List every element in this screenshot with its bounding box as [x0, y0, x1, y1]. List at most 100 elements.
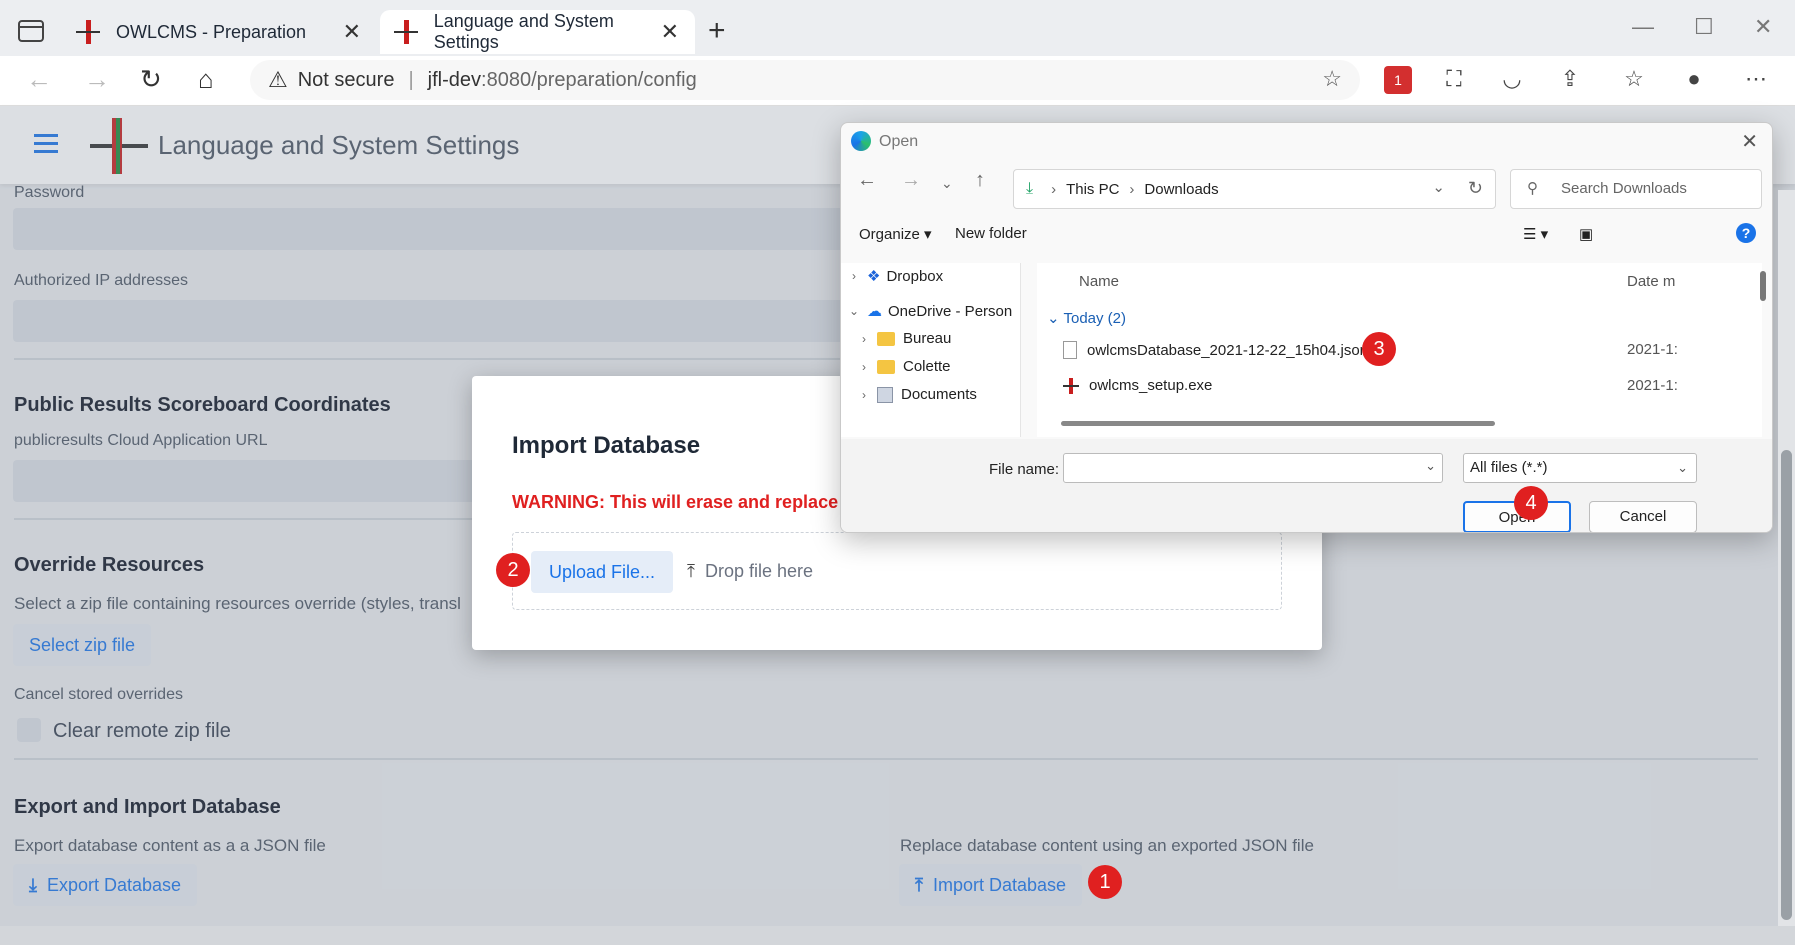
tab-actions-icon[interactable] [18, 20, 44, 42]
owlcms-logo-icon [394, 20, 418, 44]
close-icon[interactable]: ✕ [661, 19, 679, 45]
share-icon[interactable]: ⇪ [1556, 66, 1584, 94]
step-badge-4: 4 [1514, 486, 1548, 520]
nav-item-label: Dropbox [886, 267, 944, 285]
column-header-name[interactable]: Name [1079, 273, 1119, 290]
url-field[interactable]: ⚠ Not secure | jfl-dev :8080/preparation… [250, 60, 1360, 100]
forward-icon[interactable]: → [901, 169, 921, 192]
preview-pane-icon[interactable]: ▣ [1579, 225, 1593, 243]
file-name-label: File name: [989, 461, 1060, 478]
refresh-icon[interactable]: ↻ [1468, 178, 1483, 199]
page-horizontal-scrollbar[interactable] [0, 926, 1795, 945]
search-input[interactable]: ⚲ Search Downloads [1510, 169, 1762, 209]
file-open-dialog: Open ✕ ← → ⌄ ↑ ⤓ › This PC › Downloads ⌄… [840, 122, 1773, 533]
view-options-icon[interactable]: ☰ ▾ [1523, 225, 1548, 243]
nav-item-documents[interactable]: › Documents [851, 386, 977, 403]
new-folder-button[interactable]: New folder [955, 225, 1027, 242]
organize-menu[interactable]: Organize ▾ [859, 225, 932, 243]
chevron-right-icon[interactable]: › [841, 269, 867, 283]
tab-settings[interactable]: Language and System Settings ✕ [380, 10, 695, 54]
file-name: owlcms_setup.exe [1089, 377, 1213, 394]
nav-item-label: Documents [901, 386, 977, 403]
favorites-icon[interactable]: ☆ [1620, 66, 1648, 94]
file-date: 2021-1: [1627, 341, 1678, 358]
nav-item-dropbox[interactable]: › ❖ Dropbox [841, 267, 944, 286]
help-icon[interactable]: ? [1736, 223, 1756, 243]
drop-hint: ⤒ Drop file here [687, 561, 813, 582]
new-tab-icon[interactable]: + [708, 14, 726, 48]
breadcrumb-downloads[interactable]: Downloads [1144, 181, 1218, 198]
profile-avatar[interactable]: ● [1680, 66, 1708, 94]
address-bar-row: ← → ↻ ⌂ ⚠ Not secure | jfl-dev :8080/pre… [0, 56, 1795, 106]
chevron-right-icon[interactable]: › [851, 332, 877, 346]
minimize-icon[interactable]: — [1632, 14, 1654, 40]
back-icon[interactable]: ← [857, 169, 877, 192]
download-icon: ⤓ [1026, 180, 1034, 197]
chevron-right-icon[interactable]: › [851, 388, 877, 402]
recent-locations-icon[interactable]: ⌄ [941, 175, 953, 192]
group-header[interactable]: ⌄ Today (2) [1047, 309, 1126, 327]
file-type-value: All files (*.*) [1470, 459, 1548, 476]
maximize-icon[interactable]: ☐ [1694, 14, 1714, 40]
folder-icon [877, 331, 895, 346]
pocket-icon[interactable]: ◡ [1498, 66, 1526, 94]
tab-title: Language and System Settings [433, 11, 614, 52]
nav-item-colette[interactable]: › Colette [851, 358, 951, 375]
scrollbar-thumb[interactable] [1781, 450, 1792, 920]
more-icon[interactable]: ⋯ [1742, 66, 1770, 94]
favorite-add-icon[interactable]: ☆ [1322, 66, 1342, 92]
close-icon[interactable]: ✕ [1741, 129, 1758, 154]
security-label: Not secure [297, 68, 395, 91]
cloud-icon: ☁ [867, 303, 882, 320]
file-list: Name Date m ⌄ Today (2) owlcmsDatabase_2… [1037, 263, 1762, 437]
documents-icon [877, 386, 893, 403]
step-badge-1: 1 [1088, 865, 1122, 899]
owlcms-logo-icon [76, 20, 100, 44]
chevron-right-icon: › [1051, 180, 1057, 198]
nav-item-bureau[interactable]: › Bureau [851, 330, 951, 347]
chevron-down-icon: ⌄ [1677, 460, 1688, 475]
url-separator: | [408, 68, 414, 91]
file-icon [1063, 341, 1077, 359]
file-name-input[interactable]: ⌄ [1063, 453, 1443, 483]
up-icon[interactable]: ↑ [975, 169, 985, 192]
step-badge-3: 3 [1362, 332, 1396, 366]
location-bar[interactable]: ⤓ › This PC › Downloads ⌄ ↻ [1013, 169, 1496, 209]
column-header-date[interactable]: Date m [1627, 273, 1675, 290]
refresh-icon[interactable]: ↻ [140, 64, 162, 95]
chevron-down-icon: ⌄ [1047, 310, 1060, 327]
file-item-json[interactable]: owlcmsDatabase_2021-12-22_15h04.json [1063, 341, 1368, 359]
search-icon: ⚲ [1527, 180, 1538, 197]
nav-item-onedrive[interactable]: ⌄ ☁ OneDrive - Person [841, 302, 1012, 321]
cancel-button[interactable]: Cancel [1589, 501, 1697, 532]
chevron-right-icon[interactable]: › [851, 360, 877, 374]
chevron-down-icon[interactable]: ⌄ [1432, 178, 1445, 196]
extension-badge[interactable]: 1 [1384, 66, 1412, 94]
back-icon[interactable]: ← [26, 64, 52, 95]
forward-icon[interactable]: → [84, 64, 110, 95]
chevron-down-icon[interactable]: ⌄ [1425, 458, 1436, 474]
dialog-footer: File name: ⌄ All files (*.*) ⌄ Open Canc… [841, 439, 1772, 532]
file-item-exe[interactable]: owlcms_setup.exe [1063, 377, 1212, 394]
dropbox-icon: ❖ [867, 268, 881, 285]
dialog-title: Open [879, 133, 919, 150]
chevron-right-icon: › [1129, 180, 1135, 198]
breadcrumb-this-pc[interactable]: This PC [1066, 181, 1119, 198]
upload-file-button[interactable]: Upload File... [531, 551, 674, 593]
nav-item-label: Colette [903, 358, 951, 375]
screenshot-icon[interactable]: ⛶ [1440, 66, 1468, 94]
horizontal-scrollbar[interactable] [1061, 421, 1495, 426]
close-icon[interactable]: ✕ [343, 19, 361, 45]
page-vertical-scrollbar[interactable] [1778, 190, 1795, 926]
tab-preparation[interactable]: OWLCMS - Preparation ✕ [62, 10, 377, 54]
window-close-icon[interactable]: ✕ [1754, 14, 1772, 40]
tab-title: OWLCMS - Preparation [116, 21, 307, 42]
upload-dropzone[interactable]: Upload File... ⤒ Drop file here [512, 532, 1282, 610]
nav-item-label: Bureau [903, 330, 952, 347]
vertical-scrollbar[interactable] [1760, 271, 1766, 301]
chevron-down-icon[interactable]: ⌄ [841, 304, 867, 318]
file-type-select[interactable]: All files (*.*) ⌄ [1463, 453, 1697, 483]
home-icon[interactable]: ⌂ [198, 64, 214, 95]
edge-icon [851, 131, 871, 151]
owlcms-logo-icon [1063, 377, 1079, 394]
